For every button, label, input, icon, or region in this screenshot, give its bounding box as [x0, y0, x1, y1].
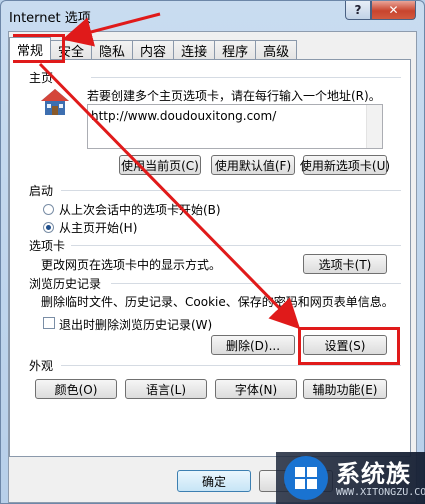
close-button[interactable]: ✕: [371, 1, 416, 20]
delete-history-button[interactable]: 删除(D)...: [211, 335, 295, 355]
startup-homepage-label: 从主页开始(H): [59, 221, 138, 235]
help-button[interactable]: ?: [345, 1, 371, 20]
history-section-title: 浏览历史记录: [29, 277, 102, 291]
tab-connections[interactable]: 连接: [173, 40, 216, 60]
startup-homepage-radio[interactable]: [43, 222, 54, 233]
colors-button[interactable]: 颜色(O): [35, 379, 117, 399]
accessibility-button[interactable]: 辅助功能(E): [303, 379, 387, 399]
window-title: Internet 选项: [9, 11, 91, 26]
delete-on-exit-label: 退出时删除浏览历史记录(W): [59, 318, 213, 332]
fonts-button[interactable]: 字体(N): [215, 379, 297, 399]
highlight-settings-button: [298, 327, 400, 365]
tab-programs[interactable]: 程序: [214, 40, 257, 60]
tab-advanced[interactable]: 高级: [255, 40, 298, 60]
homepage-divider: [91, 77, 401, 78]
use-current-button[interactable]: 使用当前页(C): [119, 155, 201, 175]
watermark-url-text: WWW.XITONGZU.COM: [336, 487, 425, 498]
homepage-url-text: http://www.doudouxitong.com/: [91, 109, 277, 123]
tabs-description: 更改网页在选项卡中的显示方式。: [41, 258, 222, 272]
startup-last-session-label: 从上次会话中的选项卡开始(B): [59, 203, 221, 217]
appearance-section-title: 外观: [29, 359, 54, 373]
house-icon: [39, 87, 71, 117]
tab-general[interactable]: 常规: [9, 37, 52, 60]
homepage-url-input[interactable]: http://www.doudouxitong.com/: [87, 104, 383, 149]
tabs-section-title: 选项卡: [29, 239, 66, 253]
dialog-window: Internet 选项 ? ✕ 常规 安全 隐私 内容 连接 程序 高级 主页 …: [0, 0, 425, 504]
delete-on-exit-checkbox[interactable]: [43, 317, 55, 329]
url-scrollbar[interactable]: [366, 105, 382, 148]
tab-privacy[interactable]: 隐私: [91, 40, 134, 60]
startup-last-session-radio[interactable]: [43, 204, 54, 215]
use-new-tab-button[interactable]: 使用新选项卡(U): [300, 155, 390, 175]
startup-section-title: 启动: [29, 184, 54, 198]
history-description: 删除临时文件、历史记录、Cookie、保存的密码和网页表单信息。: [41, 295, 394, 309]
ok-button[interactable]: 确定: [177, 470, 251, 492]
tabs-settings-button[interactable]: 选项卡(T): [303, 254, 387, 274]
watermark-logo: 系统族 WWW.XITONGZU.COM: [276, 452, 425, 504]
homepage-section-title: 主页: [29, 71, 54, 85]
history-divider: [111, 283, 401, 284]
appearance-divider: [61, 365, 401, 366]
startup-divider: [61, 190, 401, 191]
windows-logo-icon: [284, 456, 328, 500]
languages-button[interactable]: 语言(L): [125, 379, 207, 399]
homepage-description: 若要创建多个主页选项卡，请在每行输入一个地址(R)。: [87, 89, 381, 103]
use-default-button[interactable]: 使用默认值(F): [211, 155, 295, 175]
watermark-main-text: 系统族: [336, 460, 411, 488]
tabs-divider: [71, 245, 401, 246]
tab-content[interactable]: 内容: [132, 40, 175, 60]
